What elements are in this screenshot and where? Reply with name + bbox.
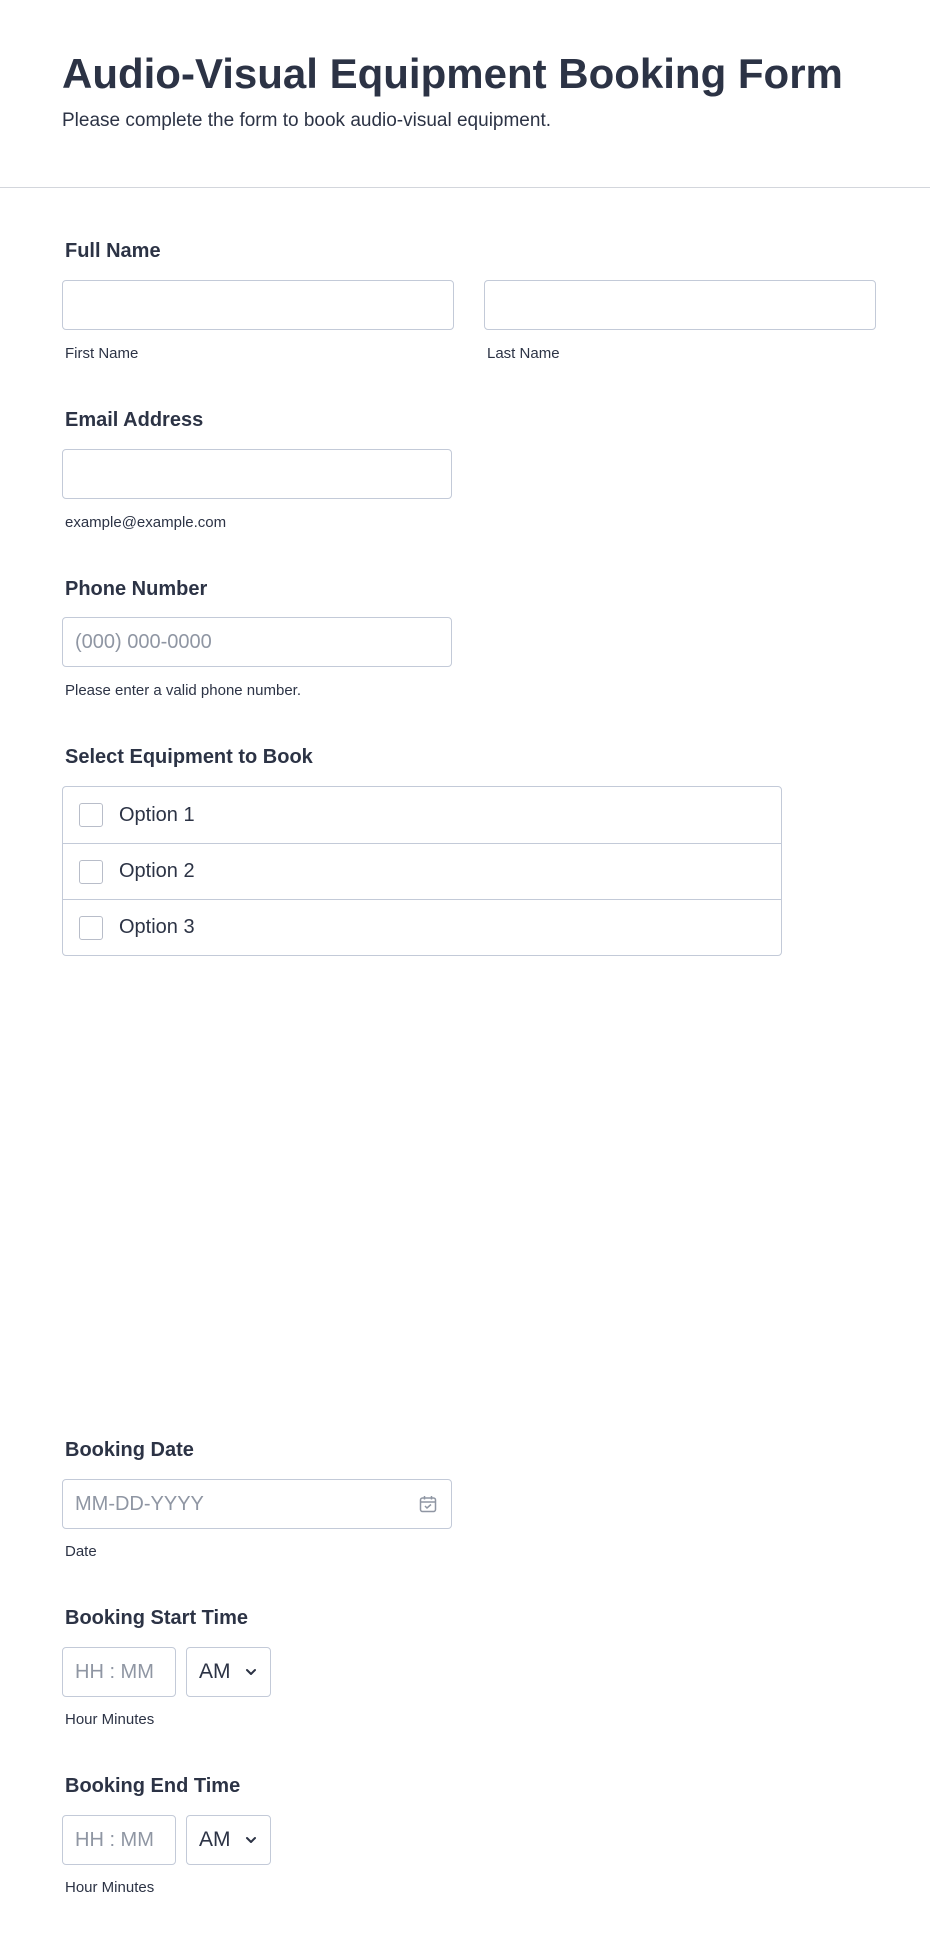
ampm-value: AM: [199, 1828, 231, 1851]
first-name-sublabel: First Name: [65, 345, 139, 362]
start-ampm-select[interactable]: AM: [186, 1647, 271, 1697]
date-sublabel: Date: [65, 1543, 97, 1560]
email-sublabel: example@example.com: [65, 514, 227, 531]
time-placeholder: HH : MM: [75, 1661, 154, 1683]
start-time-label: Booking Start Time: [65, 1607, 248, 1629]
date-placeholder: MM-DD-YYYY: [75, 1493, 204, 1515]
end-time-input[interactable]: HH : MM: [62, 1815, 176, 1865]
calendar-icon[interactable]: [419, 1495, 437, 1513]
ampm-value: AM: [199, 1660, 231, 1683]
equipment-option[interactable]: Option 1: [63, 787, 781, 843]
phone-input[interactable]: [62, 617, 452, 667]
booking-date-label: Booking Date: [65, 1439, 194, 1461]
first-name-input[interactable]: [62, 280, 454, 330]
email-input[interactable]: [62, 449, 452, 499]
last-name-sublabel: Last Name: [487, 345, 560, 362]
start-time-sublabel: Hour Minutes: [65, 1711, 155, 1728]
full-name-label: Full Name: [65, 240, 161, 262]
equipment-option[interactable]: Option 2: [63, 843, 781, 899]
form-header: Audio-Visual Equipment Booking Form Plea…: [0, 0, 930, 188]
end-time-label: Booking End Time: [65, 1775, 241, 1797]
page-title: Audio-Visual Equipment Booking Form: [62, 50, 843, 97]
chevron-down-icon: [246, 1669, 256, 1675]
phone-label: Phone Number: [65, 578, 208, 600]
page-subtitle: Please complete the form to book audio-v…: [62, 110, 551, 131]
equipment-options: Option 1 Option 2 Option 3: [62, 786, 782, 956]
checkbox[interactable]: [79, 803, 103, 827]
time-placeholder: HH : MM: [75, 1829, 154, 1851]
last-name-input[interactable]: [484, 280, 876, 330]
end-ampm-select[interactable]: AM: [186, 1815, 271, 1865]
equipment-option[interactable]: Option 3: [63, 899, 781, 955]
email-label: Email Address: [65, 409, 204, 431]
booking-date-input[interactable]: MM-DD-YYYY: [62, 1479, 452, 1529]
option-label: Option 2: [119, 860, 195, 882]
start-time-input[interactable]: HH : MM: [62, 1647, 176, 1697]
end-time-sublabel: Hour Minutes: [65, 1879, 155, 1896]
checkbox[interactable]: [79, 859, 103, 884]
chevron-down-icon: [246, 1837, 256, 1843]
checkbox[interactable]: [79, 915, 103, 940]
option-label: Option 3: [119, 916, 195, 938]
option-label: Option 1: [119, 803, 195, 826]
equipment-label: Select Equipment to Book: [65, 746, 313, 768]
phone-sublabel: Please enter a valid phone number.: [65, 682, 301, 699]
